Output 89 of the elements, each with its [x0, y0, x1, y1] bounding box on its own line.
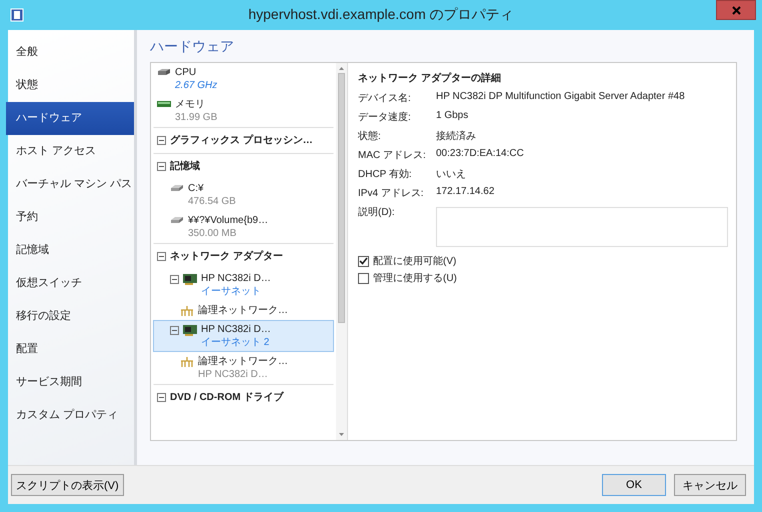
sidebar-item[interactable]: バーチャル マシン パス: [8, 168, 134, 201]
item-name: HP NC382i D…: [201, 272, 271, 285]
cpu-icon: [157, 68, 171, 76]
scrollbar-thumb[interactable]: [338, 73, 345, 323]
scroll-down-icon[interactable]: [339, 433, 344, 436]
collapse-icon[interactable]: [157, 252, 166, 260]
item-value: 2.67 GHz: [175, 79, 218, 92]
tree-item[interactable]: C:¥ 476.54 GB: [153, 179, 334, 211]
adapter-link[interactable]: イーサネット: [201, 285, 271, 298]
ok-button[interactable]: OK: [602, 474, 666, 496]
close-button[interactable]: [716, 0, 756, 20]
item-name: 論理ネットワーク…: [198, 304, 288, 317]
sidebar-item[interactable]: 配置: [8, 333, 134, 366]
item-value: HP NC382i D…: [198, 368, 269, 381]
collapse-icon[interactable]: [157, 162, 166, 170]
tree-item[interactable]: HP NC382i D… イーサネット 2: [153, 320, 334, 352]
network-card-icon: [183, 274, 197, 285]
network-icon: [180, 357, 194, 367]
item-value: 476.54 GB: [188, 195, 236, 208]
tree-group-header[interactable]: 記憶域: [153, 153, 334, 179]
group-name: DVD / CD-ROM ドライブ: [170, 390, 284, 404]
checkbox[interactable]: [358, 272, 369, 284]
cancel-button[interactable]: キャンセル: [674, 474, 746, 496]
sidebar-item[interactable]: 状態: [8, 69, 134, 102]
tree-item[interactable]: メモリ 31.99 GB: [153, 95, 334, 127]
close-icon: [732, 6, 740, 14]
app-icon: [10, 8, 24, 22]
sidebar-item[interactable]: 記憶域: [8, 234, 134, 267]
field-label: IPv4 アドレス:: [358, 187, 425, 200]
sidebar-item[interactable]: サービス期間: [8, 366, 134, 399]
disk-icon: [170, 184, 184, 192]
item-name: 論理ネットワーク…: [198, 355, 288, 368]
tree-item[interactable]: 論理ネットワーク… HP NC382i D…: [153, 352, 334, 384]
tree-group-header[interactable]: グラフィックス プロセッシン…: [153, 127, 334, 153]
view-script-button[interactable]: スクリプトの表示(V): [11, 474, 124, 496]
item-name: CPU: [175, 66, 198, 79]
field-value: 00:23:7D:EA:14:CC: [436, 148, 524, 159]
tree-item[interactable]: 論理ネットワーク…: [153, 301, 334, 320]
collapse-icon[interactable]: [170, 275, 179, 284]
scroll-up-icon[interactable]: [339, 67, 344, 70]
field-value: いいえ: [436, 168, 466, 181]
tree-group-header[interactable]: ネットワーク アダプター: [153, 243, 334, 269]
collapse-icon[interactable]: [170, 326, 179, 335]
disk-icon: [170, 216, 184, 224]
item-name: HP NC382i D…: [201, 323, 271, 336]
field-value: 1 Gbps: [436, 110, 468, 121]
tree-item[interactable]: ¥¥?¥Volume{b9… 350.00 MB: [153, 211, 334, 243]
checkbox-option[interactable]: 管理に使用する(U): [358, 271, 728, 285]
item-value: 31.99 GB: [175, 111, 218, 124]
field-value: 172.17.14.62: [436, 186, 494, 197]
field-label: MAC アドレス:: [358, 149, 427, 162]
sidebar-item[interactable]: ハードウェア: [6, 102, 134, 135]
sidebar-item[interactable]: 予約: [8, 201, 134, 234]
field-label: 説明(D):: [358, 206, 396, 219]
network-icon: [180, 306, 194, 316]
checkbox[interactable]: [358, 256, 369, 266]
item-value: 350.00 MB: [188, 227, 238, 240]
sidebar-item[interactable]: 移行の設定: [8, 300, 134, 333]
sidebar-item[interactable]: カスタム プロパティ: [8, 399, 134, 432]
network-card-icon: [183, 325, 197, 336]
sidebar-item[interactable]: ホスト アクセス: [8, 135, 134, 168]
collapse-icon[interactable]: [157, 136, 166, 144]
item-name: ¥¥?¥Volume{b9…: [188, 214, 268, 227]
adapter-link[interactable]: イーサネット 2: [201, 336, 271, 349]
tree-group-header[interactable]: DVD / CD-ROM ドライブ: [153, 384, 334, 410]
field-label: DHCP 有効:: [358, 168, 413, 181]
sidebar-item[interactable]: 仮想スイッチ: [8, 267, 134, 300]
description-field[interactable]: [436, 207, 728, 247]
sidebar-item[interactable]: 全般: [8, 36, 134, 69]
field-value: HP NC382i DP Multifunction Gigabit Server Adapter #48: [436, 91, 685, 102]
collapse-icon[interactable]: [157, 392, 166, 402]
item-name: メモリ: [175, 98, 206, 111]
group-name: グラフィックス プロセッシン…: [170, 133, 313, 147]
checkbox-option[interactable]: 配置に使用可能(V): [358, 254, 728, 268]
group-name: 記憶域: [170, 160, 200, 173]
memory-icon: [157, 100, 171, 108]
window-title: hypervhost.vdi.example.com のプロパティ: [247, 6, 515, 24]
field-label: データ速度:: [358, 110, 412, 124]
field-label: 状態:: [358, 130, 382, 143]
scrollbar[interactable]: [336, 63, 347, 440]
field-label: デバイス名:: [358, 92, 412, 105]
group-name: ネットワーク アダプター: [170, 249, 283, 263]
item-name: C:¥: [188, 182, 205, 195]
tree-item[interactable]: HP NC382i D… イーサネット: [153, 269, 334, 301]
section-title: ハードウェア: [150, 38, 235, 56]
details-title: ネットワーク アダプターの詳細: [358, 71, 502, 85]
tree-item[interactable]: CPU 2.67 GHz: [153, 63, 334, 95]
checkmark-icon: [359, 257, 368, 265]
field-value: 接続済み: [436, 130, 476, 143]
